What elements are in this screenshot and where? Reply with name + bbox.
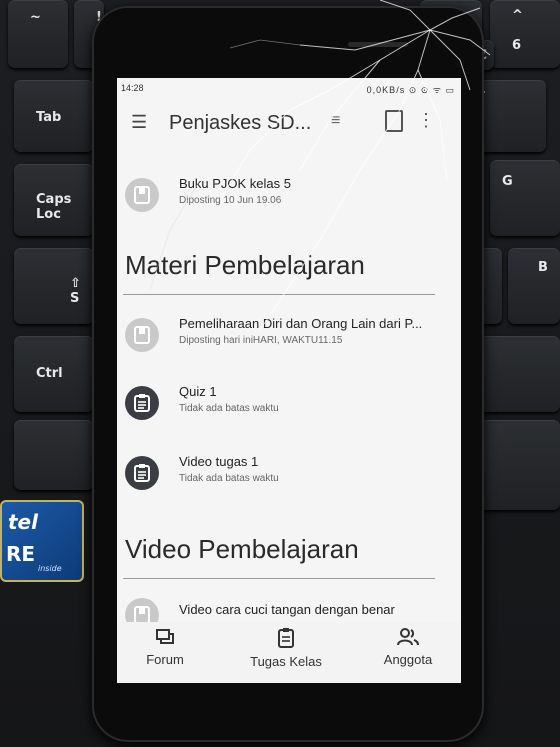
screen-crack-overlay <box>149 0 491 331</box>
